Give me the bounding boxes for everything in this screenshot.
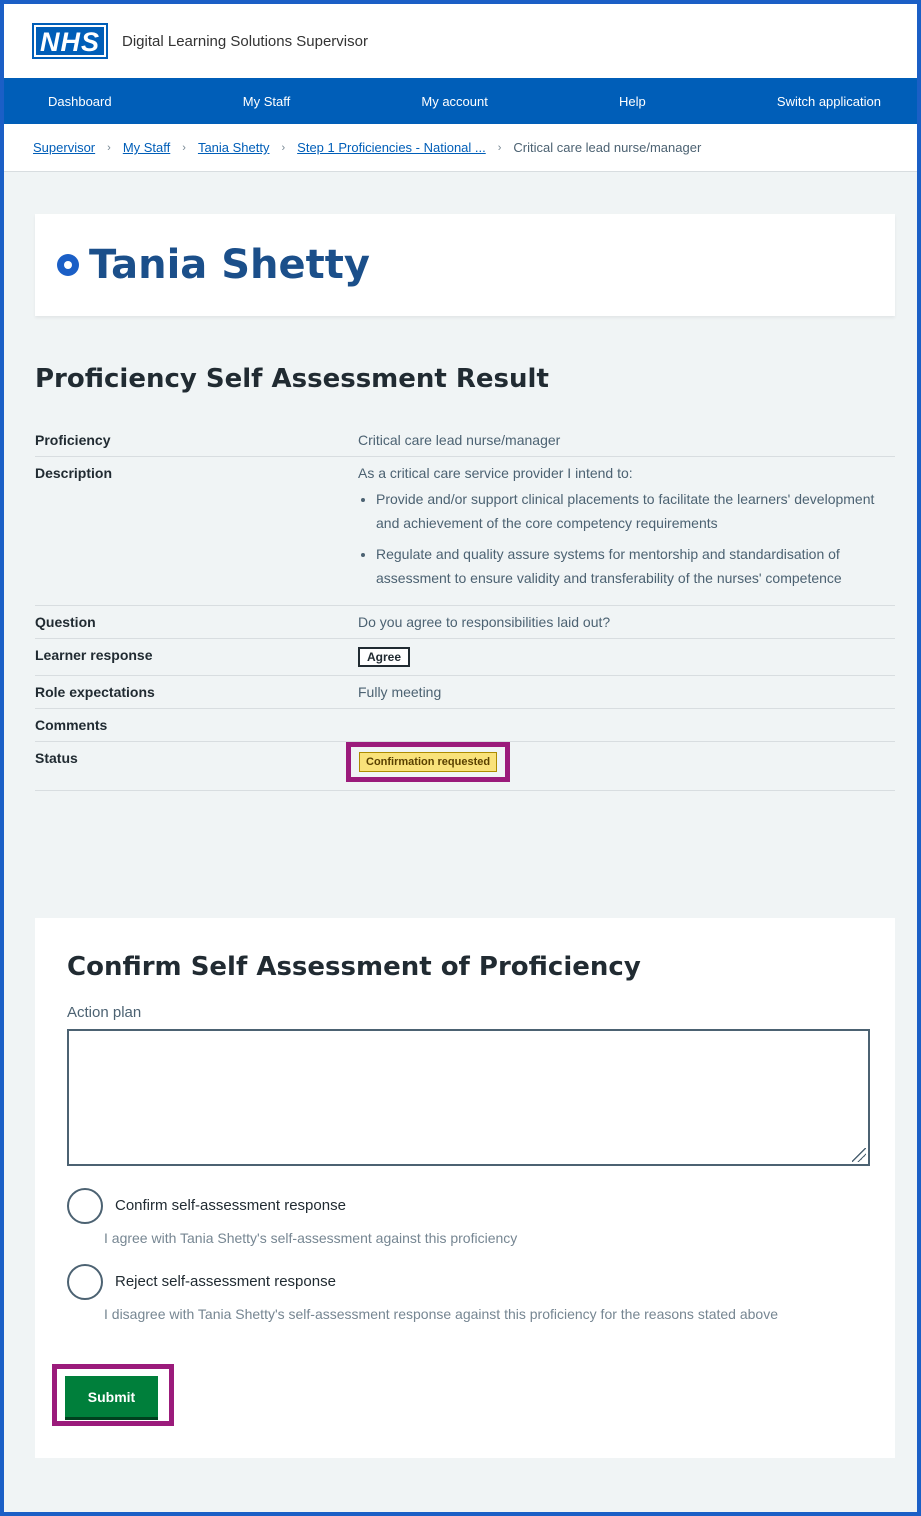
nav-item-dashboard[interactable]: Dashboard xyxy=(48,94,112,109)
summary-value: Agree xyxy=(358,639,895,675)
result-title: Proficiency Self Assessment Result xyxy=(35,364,549,394)
summary-row-status: Status Confirmation requested xyxy=(35,742,895,791)
radio-confirm[interactable]: Confirm self-assessment response I agree… xyxy=(67,1188,867,1252)
summary-row-learner-response: Learner response Agree xyxy=(35,639,895,676)
person-circle-icon xyxy=(57,254,79,276)
summary-key: Comments xyxy=(35,717,108,733)
nhs-logo[interactable]: NHS xyxy=(32,23,108,59)
person-name: Tania Shetty xyxy=(89,242,370,288)
summary-key: Learner response xyxy=(35,647,153,663)
radio-label-confirm[interactable]: Confirm self-assessment response xyxy=(115,1197,346,1214)
action-plan-label: Action plan xyxy=(67,1004,142,1021)
radio-hint-confirm: I agree with Tania Shetty's self-assessm… xyxy=(104,1230,518,1246)
summary-key: Status xyxy=(35,750,78,766)
page-frame: NHS Digital Learning Solutions Superviso… xyxy=(0,0,921,1516)
submit-button[interactable]: Submit xyxy=(65,1376,158,1417)
summary-row-comments: Comments xyxy=(35,709,895,742)
breadcrumb: Supervisor › My Staff › Tania Shetty › S… xyxy=(4,124,917,172)
radio-hint-reject: I disagree with Tania Shetty's self-asse… xyxy=(104,1306,778,1322)
summary-list: Proficiency Critical care lead nurse/man… xyxy=(35,424,895,791)
description-bullet: Provide and/or support clinical placemen… xyxy=(376,487,895,535)
radio-reject[interactable]: Reject self-assessment response I disagr… xyxy=(67,1264,867,1354)
breadcrumb-tania-shetty[interactable]: Tania Shetty xyxy=(198,140,270,155)
nav-item-switch-application[interactable]: Switch application xyxy=(777,94,881,109)
nav-item-help[interactable]: Help xyxy=(619,94,646,109)
nav-item-my-staff[interactable]: My Staff xyxy=(243,94,290,109)
description-intro: As a critical care service provider I in… xyxy=(358,465,633,481)
radio-label-reject[interactable]: Reject self-assessment response xyxy=(115,1273,336,1290)
service-name[interactable]: Digital Learning Solutions Supervisor xyxy=(122,33,368,50)
confirm-card: Confirm Self Assessment of Proficiency A… xyxy=(35,918,895,1458)
summary-value xyxy=(358,709,895,741)
nav-item-my-account[interactable]: My account xyxy=(421,94,487,109)
summary-key: Proficiency xyxy=(35,432,111,448)
action-plan-textarea[interactable] xyxy=(67,1029,870,1166)
summary-key: Role expectations xyxy=(35,684,155,700)
chevron-right-icon: › xyxy=(107,141,111,154)
breadcrumb-current: Critical care lead nurse/manager xyxy=(513,140,702,155)
chevron-right-icon: › xyxy=(281,141,286,154)
summary-key: Description xyxy=(35,465,113,481)
learner-response-tag: Agree xyxy=(358,647,411,667)
status-badge: Confirmation requested xyxy=(359,752,498,772)
chevron-right-icon: › xyxy=(182,141,186,154)
summary-value: Confirmation requested xyxy=(346,742,895,790)
submit-highlight-box: Submit xyxy=(52,1364,174,1426)
description-bullet: Regulate and quality assure systems for … xyxy=(376,542,895,590)
radio-button-confirm[interactable] xyxy=(67,1188,103,1224)
summary-value: As a critical care service provider I in… xyxy=(358,457,895,605)
summary-row-description: Description As a critical care service p… xyxy=(35,457,895,606)
confirm-title: Confirm Self Assessment of Proficiency xyxy=(67,952,641,982)
breadcrumb-step-1-proficiencies[interactable]: Step 1 Proficiencies - National ... xyxy=(297,140,486,155)
summary-key: Question xyxy=(35,614,96,630)
summary-value: Fully meeting xyxy=(358,684,442,700)
site-header: NHS Digital Learning Solutions Superviso… xyxy=(4,4,917,78)
primary-nav: Dashboard My Staff My account Help Switc… xyxy=(4,78,917,124)
summary-value: Do you agree to responsibilities laid ou… xyxy=(358,614,611,630)
summary-row-question: Question Do you agree to responsibilitie… xyxy=(35,606,895,639)
breadcrumb-my-staff[interactable]: My Staff xyxy=(123,140,170,155)
summary-row-role-expectations: Role expectations Fully meeting xyxy=(35,676,895,709)
breadcrumb-supervisor[interactable]: Supervisor xyxy=(33,140,95,155)
status-highlight-box: Confirmation requested xyxy=(346,742,511,782)
chevron-right-icon: › xyxy=(497,141,502,154)
person-name-card: Tania Shetty xyxy=(35,214,895,316)
summary-row-proficiency: Proficiency Critical care lead nurse/man… xyxy=(35,424,895,457)
summary-value: Critical care lead nurse/manager xyxy=(358,432,561,448)
radio-button-reject[interactable] xyxy=(67,1264,103,1300)
description-list: Provide and/or support clinical placemen… xyxy=(358,487,895,590)
